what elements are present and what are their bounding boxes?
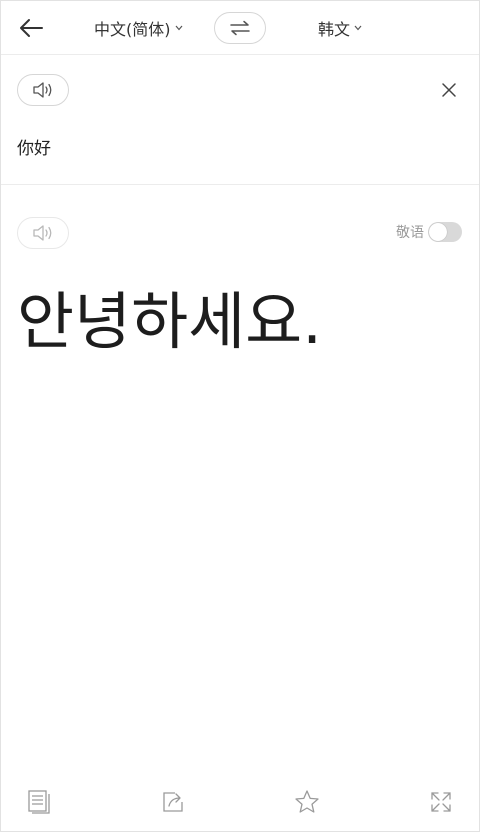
speaker-icon: [33, 225, 52, 241]
chevron-down-icon: [175, 25, 183, 31]
header-divider: [1, 54, 479, 55]
translated-text: 안녕하세요.: [17, 285, 322, 358]
section-divider: [1, 184, 479, 185]
bottom-toolbar: [0, 780, 480, 824]
honorific-label: 敬语: [396, 225, 424, 241]
source-language-label: 中文(简体): [94, 20, 171, 39]
clear-input-button[interactable]: [436, 78, 462, 102]
source-language-selector[interactable]: 中文(简体): [94, 16, 183, 40]
star-icon: [295, 790, 319, 813]
swap-languages-button[interactable]: [214, 12, 266, 44]
expand-icon: [431, 792, 451, 812]
speaker-icon: [33, 82, 52, 98]
favorite-button[interactable]: [293, 788, 321, 816]
copy-icon: [28, 790, 50, 814]
share-button[interactable]: [159, 788, 187, 816]
back-button[interactable]: [14, 12, 48, 44]
target-language-selector[interactable]: 韩文: [318, 16, 362, 40]
close-icon: [442, 83, 456, 97]
swap-arrows-icon: [230, 20, 250, 36]
copy-button[interactable]: [25, 788, 53, 816]
target-speaker-button[interactable]: [17, 217, 69, 249]
arrow-left-icon: [20, 19, 43, 37]
app-frame: [0, 0, 480, 832]
toggle-switch[interactable]: [428, 222, 462, 242]
top-bar: 中文(简体) 韩文: [0, 0, 480, 56]
chevron-down-icon: [354, 25, 362, 31]
target-language-label: 韩文: [318, 20, 351, 39]
share-icon: [163, 792, 183, 812]
source-speaker-button[interactable]: [17, 74, 69, 106]
honorific-toggle[interactable]: 敬语: [396, 222, 462, 242]
toggle-knob: [429, 223, 447, 241]
fullscreen-button[interactable]: [427, 788, 455, 816]
source-text[interactable]: 你好: [17, 134, 51, 159]
